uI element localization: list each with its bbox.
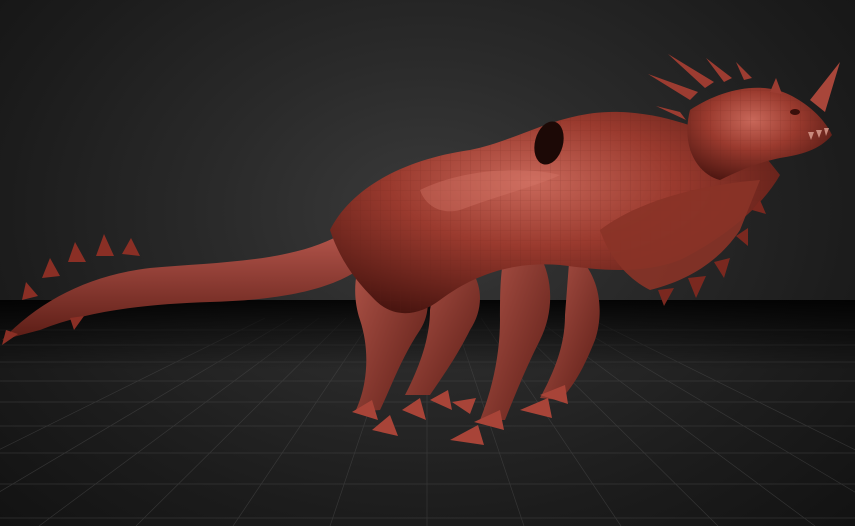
viewport-canvas[interactable] <box>0 0 855 526</box>
3d-viewport[interactable] <box>0 0 855 526</box>
dragon-horn <box>810 62 840 112</box>
dragon-eye <box>790 109 800 115</box>
